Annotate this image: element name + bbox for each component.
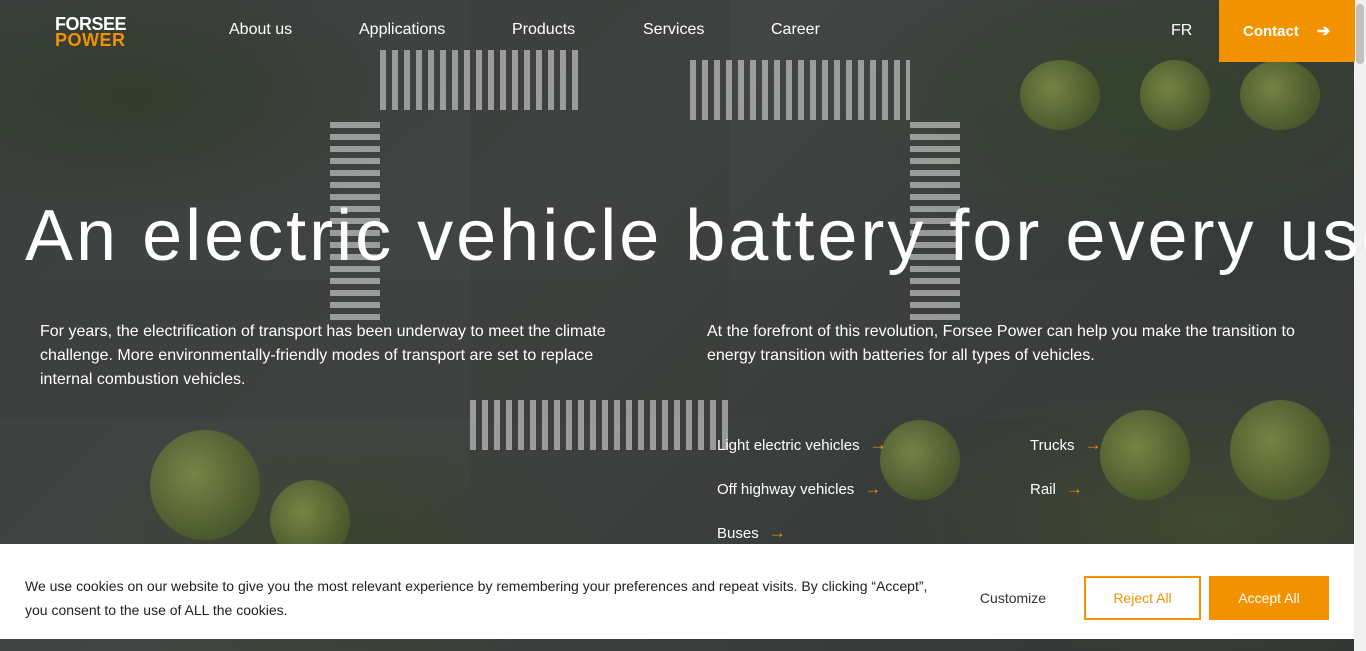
link-label: Trucks [1030, 436, 1075, 454]
nav-career[interactable]: Career [771, 21, 820, 39]
link-label: Rail [1030, 480, 1056, 498]
link-light-electric-vehicles[interactable]: Light electric vehicles → [717, 435, 887, 455]
crosswalk [470, 400, 730, 450]
cookie-customize-button[interactable]: Customize [963, 576, 1063, 620]
language-switch-fr[interactable]: FR [1171, 22, 1192, 40]
arrow-right-icon: → [869, 435, 887, 454]
link-label: Buses [717, 524, 759, 542]
tree [150, 430, 260, 540]
nav-services[interactable]: Services [643, 21, 704, 39]
nav-about-us[interactable]: About us [229, 21, 292, 39]
link-label: Off highway vehicles [717, 480, 855, 498]
arrow-right-icon: → [864, 479, 882, 498]
forsee-power-logo[interactable]: FORSEE POWER [55, 15, 145, 50]
nav-applications[interactable]: Applications [359, 21, 445, 39]
tree [1240, 60, 1320, 130]
arrow-right-icon: → [768, 523, 786, 542]
arrow-right-icon: → [1065, 479, 1083, 498]
arrow-right-icon: → [1084, 435, 1102, 454]
cookie-reject-all-button[interactable]: Reject All [1084, 576, 1201, 620]
cookie-banner: We use cookies on our website to give yo… [0, 544, 1354, 639]
tree [1140, 60, 1210, 130]
tree [1020, 60, 1100, 130]
contact-label: Contact [1243, 22, 1299, 40]
page-scrollbar[interactable] [1354, 0, 1366, 651]
link-trucks[interactable]: Trucks → [1030, 435, 1101, 455]
arrow-right-icon: ➔ [1316, 23, 1331, 40]
site-header: FORSEE POWER About us Applications Produ… [0, 0, 1355, 62]
cookie-message: We use cookies on our website to give yo… [25, 578, 928, 618]
link-off-highway-vehicles[interactable]: Off highway vehicles → [717, 479, 881, 499]
tree [1230, 400, 1330, 500]
link-label: Light electric vehicles [717, 436, 860, 454]
link-rail[interactable]: Rail → [1030, 479, 1083, 499]
scrollbar-thumb[interactable] [1356, 4, 1364, 64]
tree [880, 420, 960, 500]
link-buses[interactable]: Buses → [717, 523, 786, 543]
hero-intro-right: At the forefront of this revolution, For… [707, 323, 1295, 364]
hero-intro-left: For years, the electrification of transp… [40, 323, 606, 388]
nav-products[interactable]: Products [512, 21, 575, 39]
crosswalk [690, 60, 910, 120]
tree [1100, 410, 1190, 500]
contact-button[interactable]: Contact ➔ [1219, 0, 1355, 62]
hero-headline: An electric vehicle battery for every us… [25, 196, 1366, 276]
cookie-accept-all-button[interactable]: Accept All [1209, 576, 1329, 620]
